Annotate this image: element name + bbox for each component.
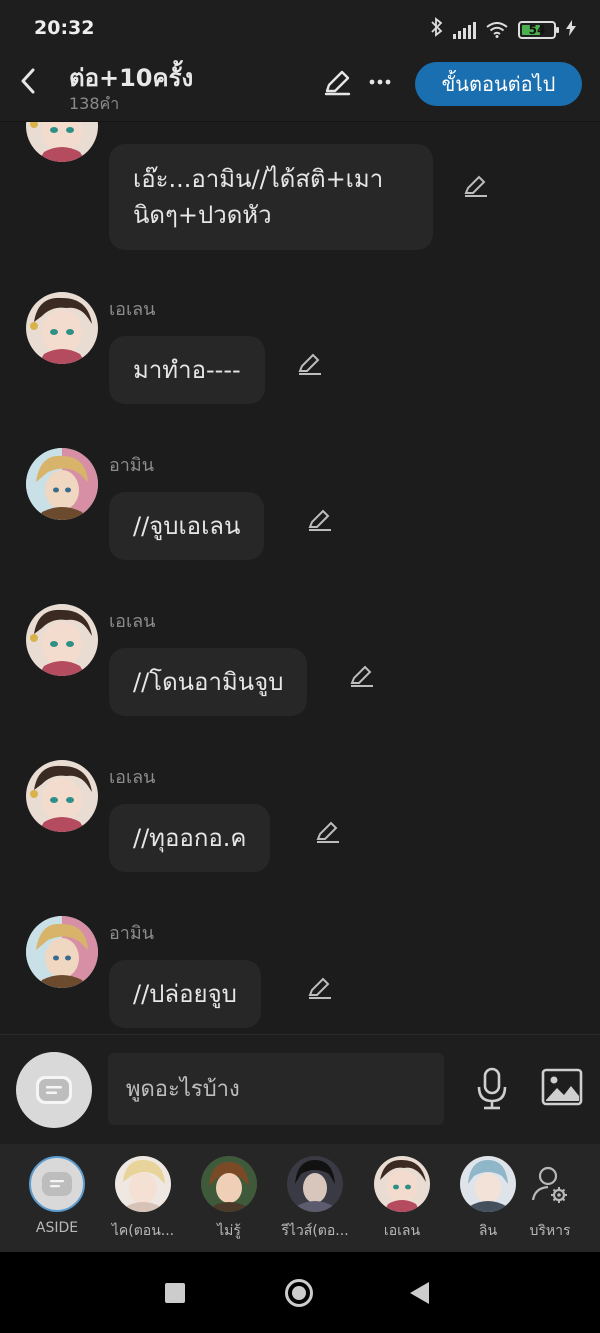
manage-characters-button[interactable]: บริหาร <box>510 1156 590 1242</box>
status-time: 20:32 <box>34 17 95 39</box>
message-item: เอเลน มาทำอ---- <box>0 292 600 412</box>
message-item: อามิน //จูบเอเลน <box>0 448 600 568</box>
character-label: รีไวส์(ตอ... <box>281 1223 349 1239</box>
message-bubble[interactable]: //จูบเอเลน <box>109 492 265 560</box>
signal-icon <box>453 21 476 39</box>
speaker-name: เอเลน <box>109 767 156 788</box>
manage-user-gear-icon <box>522 1156 578 1212</box>
top-app-bar: ต่อ+10ครั้ง 138คำ ขั้นตอนต่อไป <box>0 58 600 122</box>
avatar-eren[interactable] <box>26 604 98 676</box>
message-item: อามิน //ปล่อยจูบ <box>0 916 600 1034</box>
avatar-armin[interactable] <box>26 448 98 520</box>
chat-bubble-icon <box>36 1076 72 1104</box>
more-options-icon[interactable] <box>368 66 392 102</box>
character-label: เอเลน <box>383 1223 421 1239</box>
speaker-name: เอเลน <box>109 299 156 320</box>
message-item: เอ๊ะ...อามิน//ได้สติ+เมา นิดๆ+ปวดหัว <box>0 122 600 252</box>
message-bubble[interactable]: //ทุออกอ.ค <box>109 804 271 872</box>
wifi-icon <box>486 21 508 38</box>
status-bar: 20:32 54 <box>0 0 600 58</box>
character-label: บริหาร <box>529 1223 571 1239</box>
message-list[interactable]: เอ๊ะ...อามิน//ได้สติ+เมา นิดๆ+ปวดหัว เอเ… <box>0 122 600 1034</box>
avatar <box>287 1156 343 1212</box>
back-arrow-icon[interactable] <box>16 68 40 94</box>
microphone-icon[interactable] <box>474 1067 510 1111</box>
message-bubble[interactable]: //โดนอามินจูบ <box>109 648 308 716</box>
edit-message-icon[interactable] <box>306 506 334 534</box>
avatar <box>460 1156 516 1212</box>
message-item: เอเลน //โดนอามินจูบ <box>0 604 600 724</box>
avatar <box>115 1156 171 1212</box>
avatar <box>201 1156 257 1212</box>
aside-icon <box>29 1156 85 1212</box>
avatar-eren[interactable] <box>26 760 98 832</box>
aside-toggle-button[interactable] <box>16 1052 92 1128</box>
next-step-button[interactable]: ขั้นตอนต่อไป <box>415 62 582 106</box>
message-input[interactable] <box>108 1053 444 1125</box>
edit-message-icon[interactable] <box>348 662 376 690</box>
status-icons: 54 <box>431 17 576 42</box>
battery-level: 54 <box>528 22 546 37</box>
avatar-eren[interactable] <box>26 292 98 364</box>
avatar-armin[interactable] <box>26 916 98 988</box>
edit-message-icon[interactable] <box>462 172 490 200</box>
avatar-eren[interactable] <box>26 122 98 162</box>
edit-message-icon[interactable] <box>296 350 324 378</box>
message-bubble[interactable]: เอ๊ะ...อามิน//ได้สติ+เมา นิดๆ+ปวดหัว <box>109 144 433 250</box>
message-text-line: นิดๆ+ปวดหัว <box>133 201 272 229</box>
character-label: ไม่รู้ <box>217 1223 241 1239</box>
word-count: 138คำ <box>69 94 120 113</box>
edit-pencil-icon[interactable] <box>322 68 352 98</box>
character-kai[interactable]: ไค(ตอน... <box>103 1156 183 1242</box>
character-label: ไค(ตอน... <box>111 1223 175 1239</box>
character-eren[interactable]: เอเลน <box>362 1156 442 1242</box>
recents-icon[interactable] <box>165 1283 185 1303</box>
character-label: ASIDE <box>35 1220 79 1236</box>
character-levi[interactable]: รีไวส์(ตอ... <box>275 1156 355 1242</box>
chat-screen: 20:32 54 ต่อ+10ครั้ง 138คำ ขั้นตอนต่อไป … <box>0 0 600 1333</box>
message-item: เอเลน //ทุออกอ.ค <box>0 760 600 880</box>
character-selector: ASIDE ไค(ตอน... ไม่รู้ รีไวส์(ตอ... เอเล… <box>0 1144 600 1252</box>
speaker-name: อามิน <box>109 455 155 476</box>
character-unknown[interactable]: ไม่รู้ <box>189 1156 269 1242</box>
edit-message-icon[interactable] <box>306 974 334 1002</box>
system-navigation-bar <box>0 1252 600 1333</box>
image-icon[interactable] <box>541 1068 583 1106</box>
home-icon[interactable] <box>285 1279 313 1307</box>
composer-bar <box>0 1034 600 1144</box>
message-bubble[interactable]: มาทำอ---- <box>109 336 265 404</box>
message-text-line: เอ๊ะ...อามิน//ได้สติ+เมา <box>133 165 384 193</box>
message-bubble[interactable]: //ปล่อยจูบ <box>109 960 261 1028</box>
back-triangle-icon[interactable] <box>410 1282 429 1304</box>
avatar <box>374 1156 430 1212</box>
speaker-name: เอเลน <box>109 611 156 632</box>
charging-icon <box>566 19 576 40</box>
character-aside[interactable]: ASIDE <box>17 1156 97 1236</box>
battery-icon: 54 <box>518 20 559 39</box>
bluetooth-icon <box>431 17 443 42</box>
speaker-name: อามิน <box>109 923 155 944</box>
edit-message-icon[interactable] <box>314 818 342 846</box>
